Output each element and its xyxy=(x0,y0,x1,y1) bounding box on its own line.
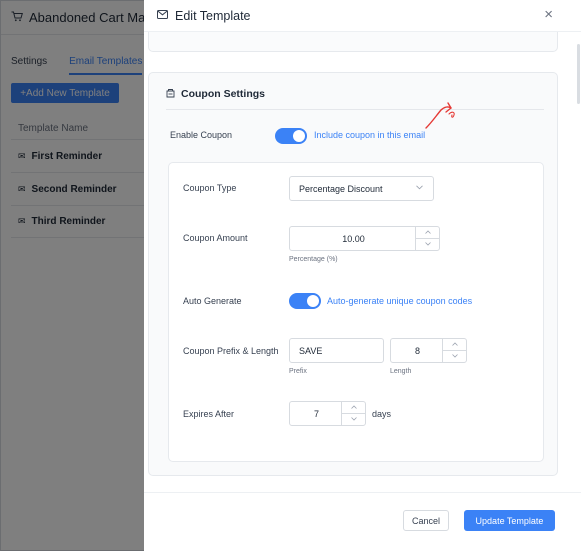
coupon-amount-label: Coupon Amount xyxy=(183,233,248,243)
chevron-down-icon[interactable] xyxy=(342,414,366,426)
expires-after-value: 7 xyxy=(313,408,319,419)
footer-divider xyxy=(144,492,581,493)
stepper-buttons xyxy=(415,227,440,251)
section-title-text: Coupon Settings xyxy=(181,88,265,100)
auto-generate-toggle[interactable] xyxy=(289,293,321,309)
edit-template-drawer: Edit Template × Coupon Settings Enable C… xyxy=(144,0,581,551)
expires-after-label: Expires After xyxy=(183,409,235,419)
drawer-title: Edit Template xyxy=(175,8,251,23)
expires-unit: days xyxy=(372,409,392,419)
prefix-hint: Prefix xyxy=(289,368,307,375)
auto-generate-label: Auto Generate xyxy=(183,296,242,306)
chevron-up-icon[interactable] xyxy=(342,402,366,414)
drawer-header: Edit Template xyxy=(144,0,581,32)
coupon-prefix-value: SAVE xyxy=(299,345,323,356)
coupon-prefix-length-label: Coupon Prefix & Length xyxy=(183,346,279,356)
enable-coupon-text: Include coupon in this email xyxy=(314,130,426,140)
divider xyxy=(166,109,544,110)
coupon-type-value: Percentage Discount xyxy=(299,183,383,194)
coupon-amount-stepper[interactable]: 10.00 xyxy=(289,226,440,251)
coupon-length-value: 8 xyxy=(414,345,420,356)
chevron-down-icon[interactable] xyxy=(443,351,467,363)
section-title: Coupon Settings xyxy=(166,88,265,100)
stepper-buttons xyxy=(442,339,467,363)
close-icon[interactable]: × xyxy=(544,7,553,22)
arrow-annotation-icon xyxy=(425,102,455,129)
chevron-down-icon[interactable] xyxy=(416,239,440,251)
enable-coupon-toggle[interactable] xyxy=(275,128,307,144)
coupon-amount-value: 10.00 xyxy=(342,233,365,244)
auto-generate-text: Auto-generate unique coupon codes xyxy=(327,296,473,306)
stepper-buttons xyxy=(341,402,366,426)
length-hint: Length xyxy=(390,368,412,375)
chevron-up-icon[interactable] xyxy=(443,339,467,351)
previous-section-card xyxy=(148,32,558,52)
tag-icon xyxy=(166,88,175,100)
scrollbar-thumb[interactable] xyxy=(577,44,580,104)
coupon-prefix-input[interactable]: SAVE xyxy=(289,338,384,363)
coupon-amount-hint: Percentage (%) xyxy=(289,256,338,263)
expires-after-stepper[interactable]: 7 xyxy=(289,401,366,426)
chevron-up-icon[interactable] xyxy=(416,227,440,239)
coupon-length-stepper[interactable]: 8 xyxy=(390,338,467,363)
cancel-button[interactable]: Cancel xyxy=(403,510,449,531)
coupon-type-select[interactable]: Percentage Discount xyxy=(289,176,434,201)
update-template-button[interactable]: Update Template xyxy=(464,510,555,531)
envelope-icon xyxy=(157,9,168,22)
enable-coupon-label: Enable Coupon xyxy=(170,130,233,140)
chevron-down-icon xyxy=(416,183,423,192)
coupon-type-label: Coupon Type xyxy=(183,183,237,193)
